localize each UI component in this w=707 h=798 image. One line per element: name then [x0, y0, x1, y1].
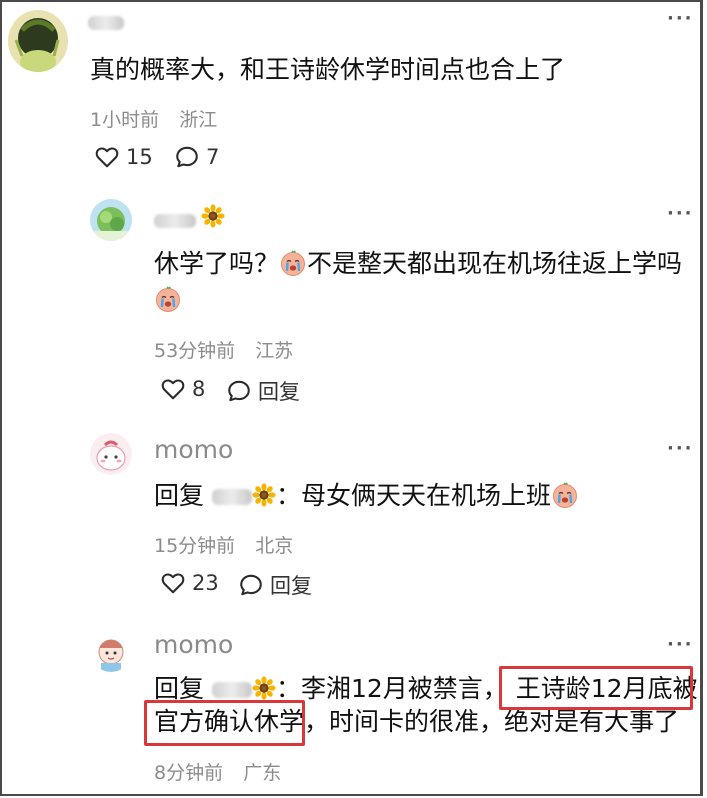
comment-time: 53分钟前 — [154, 340, 236, 362]
comment-location: 浙江 — [179, 109, 218, 131]
comment-location: 北京 — [255, 535, 294, 557]
reply-button[interactable]: 回复 — [238, 570, 312, 600]
comment-thread: ··· 真的概率大，和王诗龄休学时间点也合上了 1小时前 浙江 15 7 ···… — [0, 0, 703, 796]
avatar[interactable] — [8, 10, 68, 72]
comment-time: 8分钟前 — [154, 762, 224, 784]
avatar[interactable] — [90, 199, 132, 241]
mentioned-user[interactable] — [211, 489, 252, 505]
comment-text-line2 — [154, 283, 182, 317]
like-count: 15 — [126, 145, 153, 169]
more-dots-icon[interactable]: ··· — [667, 634, 694, 655]
avatar[interactable] — [90, 630, 132, 672]
comment-text: 回复 ：母女俩天天在机场上班 — [154, 479, 579, 513]
crying-emoji-icon — [551, 481, 579, 509]
highlight-box — [144, 700, 305, 746]
reply-count-button[interactable]: 7 — [174, 144, 219, 170]
username[interactable] — [88, 12, 124, 31]
more-dots-icon[interactable]: ··· — [667, 203, 694, 224]
sunflower-icon — [252, 483, 276, 507]
reply-label: 回复 — [270, 574, 312, 598]
reply-button[interactable]: 回复 — [226, 376, 300, 406]
heart-icon — [160, 376, 186, 402]
more-dots-icon[interactable]: ··· — [667, 8, 694, 29]
reply-prefix: 回复 — [154, 481, 205, 510]
highlight-box — [499, 666, 693, 710]
reply-count: 7 — [206, 145, 220, 169]
reply-label: 回复 — [258, 380, 300, 404]
like-count: 8 — [192, 377, 206, 401]
crying-emoji-icon — [279, 249, 307, 277]
comment-meta: 1小时前 浙江 — [90, 105, 217, 132]
heart-icon — [160, 570, 186, 596]
heart-icon — [94, 144, 120, 170]
comment-location: 江苏 — [255, 340, 294, 362]
comment-meta: 53分钟前 江苏 — [154, 336, 293, 363]
like-button[interactable]: 23 — [160, 570, 219, 596]
comment-text: 休学了吗？ 不是整天都出现在机场往返上学吗 — [154, 249, 683, 278]
sunflower-icon — [201, 204, 225, 228]
comment-bubble-icon — [226, 378, 252, 404]
comment-bubble-icon — [238, 572, 264, 598]
mentioned-user[interactable] — [211, 682, 252, 698]
comment-location: 广东 — [243, 762, 282, 784]
comment-text: 真的概率大，和王诗龄休学时间点也合上了 — [90, 55, 566, 84]
username[interactable]: momo — [154, 630, 233, 659]
comment-meta: 15分钟前 北京 — [154, 531, 293, 558]
comment-bubble-icon — [174, 144, 200, 170]
like-count: 23 — [192, 571, 219, 595]
avatar[interactable] — [90, 433, 132, 475]
comment-meta: 8分钟前 广东 — [154, 758, 281, 785]
more-dots-icon[interactable]: ··· — [667, 438, 694, 459]
sunflower-icon — [252, 676, 276, 700]
crying-emoji-icon — [154, 285, 182, 313]
reply-prefix: 回复 — [154, 674, 205, 703]
comment-time: 15分钟前 — [154, 535, 236, 557]
like-button[interactable]: 8 — [160, 376, 205, 402]
username[interactable] — [154, 204, 225, 229]
comment-time: 1小时前 — [90, 109, 160, 131]
like-button[interactable]: 15 — [94, 144, 153, 170]
username[interactable]: momo — [154, 435, 233, 464]
